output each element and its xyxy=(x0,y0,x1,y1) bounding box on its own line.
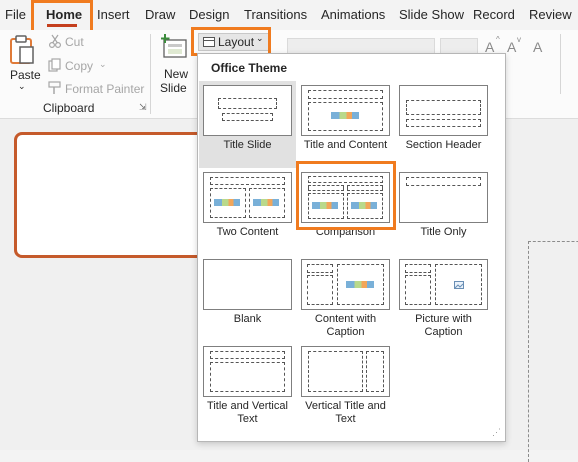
layout-thumbnail xyxy=(301,85,390,136)
layout-content-with-caption[interactable]: Content with Caption xyxy=(297,255,394,342)
new-slide-label-2: Slide xyxy=(160,81,187,95)
resize-grip-icon[interactable]: ⋰ xyxy=(492,427,501,438)
layout-button-highlight xyxy=(191,27,271,56)
layout-title-only[interactable]: Title Only xyxy=(395,168,492,255)
layout-label: Two Content xyxy=(216,226,279,238)
copy-button[interactable]: Copy xyxy=(65,59,93,73)
layout-label: Picture with Caption xyxy=(415,313,472,338)
comparison-layout-highlight xyxy=(296,161,396,230)
paste-label: Paste xyxy=(10,68,41,82)
tab-file[interactable]: File xyxy=(5,7,26,22)
layout-blank[interactable]: Blank xyxy=(199,255,296,342)
content-placeholder-icons xyxy=(214,199,240,206)
tab-draw[interactable]: Draw xyxy=(145,7,175,22)
layout-thumbnail xyxy=(301,346,390,397)
clipboard-icon xyxy=(10,35,34,64)
layout-thumbnail xyxy=(399,259,488,310)
layout-thumbnail xyxy=(399,85,488,136)
layout-label: Blank xyxy=(233,313,262,325)
slide-thumbnail[interactable] xyxy=(14,132,214,258)
new-slide-icon xyxy=(161,34,187,58)
group-separator xyxy=(150,34,151,114)
layout-label: Section Header xyxy=(405,139,482,151)
caret-up-icon: ^ xyxy=(496,35,500,44)
slide-canvas-edge xyxy=(528,241,578,462)
layout-label: Content with Caption xyxy=(314,313,377,338)
layout-label: Title and Vertical Text xyxy=(207,400,288,425)
layout-label: Vertical Title and Text xyxy=(305,400,386,425)
layout-label: Title Only xyxy=(420,226,467,238)
content-placeholder-icons xyxy=(253,199,279,206)
layout-title-and-vertical-text[interactable]: Title and Vertical Text xyxy=(199,342,296,429)
font-shrink-button[interactable]: A xyxy=(507,39,516,55)
paste-button[interactable]: Paste ⌄ xyxy=(4,32,41,94)
tab-review[interactable]: Review xyxy=(529,7,572,22)
tab-animations[interactable]: Animations xyxy=(321,7,385,22)
cut-button[interactable]: Cut xyxy=(65,35,84,49)
layout-label: Title Slide xyxy=(223,139,272,151)
layout-vertical-title-and-text[interactable]: Vertical Title and Text xyxy=(297,342,394,429)
layout-thumbnail xyxy=(203,172,292,223)
content-placeholder-icons xyxy=(331,112,359,119)
tab-insert[interactable]: Insert xyxy=(97,7,130,22)
tab-transitions[interactable]: Transitions xyxy=(244,7,307,22)
layout-thumbnail xyxy=(203,259,292,310)
layout-section-header[interactable]: Section Header xyxy=(395,81,492,168)
layout-thumbnail xyxy=(301,259,390,310)
copy-icon xyxy=(48,58,61,72)
scissors-icon xyxy=(49,34,61,48)
layout-title-and-content[interactable]: Title and Content xyxy=(297,81,394,168)
chevron-down-icon: ⌄ xyxy=(99,59,107,69)
layout-thumbnail xyxy=(203,346,292,397)
layout-thumbnail xyxy=(399,172,488,223)
content-placeholder-icons xyxy=(346,281,374,288)
layout-label: Title and Content xyxy=(303,139,388,151)
format-painter-button[interactable]: Format Painter xyxy=(65,82,144,96)
new-slide-button[interactable]: New Slide xyxy=(156,32,194,95)
format-painter-icon xyxy=(48,81,61,94)
tab-design[interactable]: Design xyxy=(189,7,229,22)
layout-thumbnail xyxy=(203,85,292,136)
tab-slide-show[interactable]: Slide Show xyxy=(399,7,464,22)
picture-placeholder-icon xyxy=(454,281,464,289)
layout-title-slide[interactable]: Title Slide xyxy=(199,81,296,168)
layout-two-content[interactable]: Two Content xyxy=(199,168,296,255)
chevron-down-icon: ⌄ xyxy=(18,81,26,91)
layout-picture-with-caption[interactable]: Picture with Caption xyxy=(395,255,492,342)
new-slide-label: New xyxy=(164,67,189,81)
group-separator xyxy=(560,34,561,94)
clear-formatting-button[interactable]: A xyxy=(533,39,542,55)
tab-record[interactable]: Record xyxy=(473,7,515,22)
clipboard-group-label: Clipboard xyxy=(43,101,95,115)
gallery-section-title: Office Theme xyxy=(211,61,288,75)
dialog-launcher-icon[interactable]: ⇲ xyxy=(139,102,147,113)
layout-gallery: Office Theme Title Slide Title and Conte… xyxy=(197,53,506,442)
caret-down-icon: v xyxy=(517,35,521,44)
